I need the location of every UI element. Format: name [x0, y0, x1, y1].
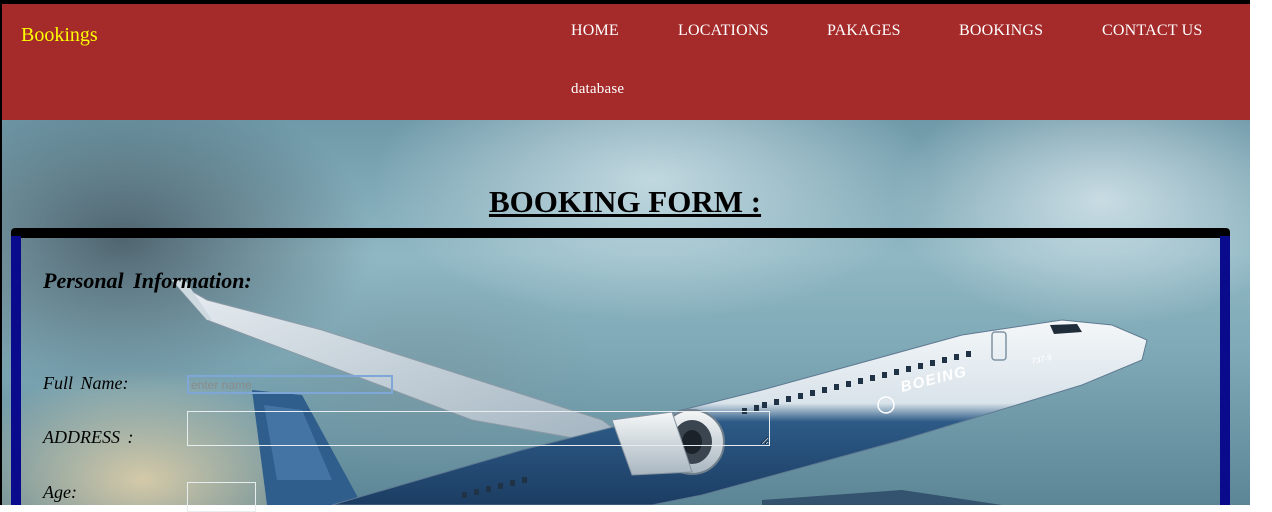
airplane-image: BOEING 737-9: [171, 279, 1148, 505]
form-frame-top-border: [11, 228, 1230, 238]
page-title: BOOKING FORM :: [488, 183, 762, 219]
full-name-label: Full Name:: [43, 373, 129, 393]
personal-information-heading: Personal Information:: [43, 268, 252, 293]
brand-title: Bookings: [21, 24, 98, 46]
hero-background-image: BOEING 737-9: [2, 120, 1250, 505]
address-textarea[interactable]: [187, 411, 770, 446]
navbar: Bookings HOME LOCATIONS PAKAGES BOOKINGS…: [2, 4, 1250, 120]
form-frame-left-border: [11, 236, 21, 505]
age-input[interactable]: [187, 482, 256, 512]
address-label: ADDRESS :: [43, 427, 134, 447]
nav-database-link[interactable]: database: [571, 81, 624, 98]
nav-pakages-link[interactable]: PAKAGES: [827, 22, 901, 40]
nav-home-link[interactable]: HOME: [571, 22, 619, 40]
full-name-input[interactable]: [187, 375, 393, 394]
age-label: Age:: [43, 482, 77, 502]
right-page-margin: [1250, 0, 1272, 505]
left-border: [0, 0, 2, 505]
nav-locations-link[interactable]: LOCATIONS: [678, 22, 769, 40]
nav-bookings-link[interactable]: BOOKINGS: [959, 22, 1043, 40]
form-frame-right-border: [1220, 236, 1230, 505]
nav-contact-us-link[interactable]: CONTACT US: [1102, 22, 1202, 40]
